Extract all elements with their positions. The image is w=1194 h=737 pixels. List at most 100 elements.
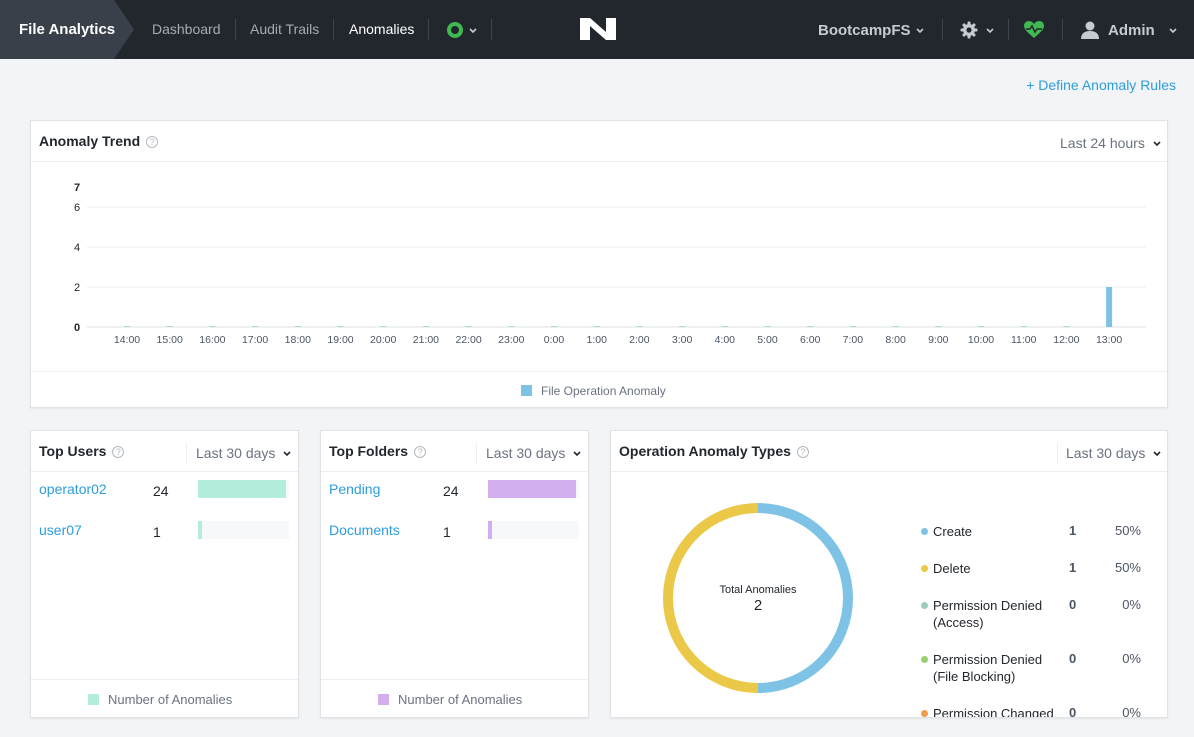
help-icon[interactable]: ? <box>796 446 809 458</box>
trend-bar[interactable] <box>978 326 984 327</box>
app-title: File Analytics <box>19 21 116 38</box>
gear-icon[interactable] <box>960 21 978 39</box>
trend-bar[interactable] <box>849 326 856 327</box>
list-item-name[interactable]: Documents <box>329 522 400 538</box>
x-tick-label: 0:00 <box>544 334 565 346</box>
top-users-title: Top Users <box>39 443 107 459</box>
op-type-row[interactable]: Permission Changed 0 0% <box>921 705 1161 718</box>
legend-label: File Operation Anomaly <box>541 384 666 398</box>
x-tick-label: 5:00 <box>757 334 778 346</box>
nav-divider <box>235 19 236 40</box>
user-menu[interactable]: Admin <box>1108 22 1155 39</box>
period-divider <box>476 443 477 463</box>
cluster-selector[interactable]: BootcampFS <box>818 22 911 39</box>
help-icon[interactable]: ? <box>112 446 125 458</box>
user-avatar-icon[interactable] <box>1081 21 1099 39</box>
trend-bar[interactable] <box>124 326 130 327</box>
op-type-row[interactable]: Permission Denied (Access) 0 0% <box>921 597 1161 631</box>
card-title: Top Folders? <box>329 443 427 459</box>
trend-bar[interactable] <box>380 326 387 327</box>
trend-bar[interactable] <box>551 326 557 327</box>
chevron-down-icon[interactable] <box>1168 26 1178 36</box>
anomaly-trend-card: Anomaly Trend? Last 24 hours 0 2 4 6 7 14:00 1… <box>30 120 1168 408</box>
list-item-name[interactable]: user07 <box>39 522 82 538</box>
trend-bar[interactable] <box>636 326 643 327</box>
app-brand[interactable]: File Analytics <box>0 0 134 59</box>
chevron-down-icon[interactable] <box>468 26 478 36</box>
list-item-bar <box>488 480 576 498</box>
top-folders-period-selector[interactable]: Last 30 days <box>486 445 565 461</box>
trend-bar[interactable] <box>807 326 814 327</box>
op-type-label: Permission Denied (Access) <box>933 598 1043 630</box>
trend-bar[interactable] <box>209 326 216 327</box>
nav-tab-audit-trails[interactable]: Audit Trails <box>250 21 319 37</box>
trend-bar[interactable] <box>721 326 728 327</box>
trend-bar[interactable] <box>252 326 259 327</box>
list-item-count: 24 <box>443 483 459 499</box>
op-type-percent: 50% <box>1114 560 1141 575</box>
op-type-label: Create <box>933 524 973 539</box>
x-tick-label: 7:00 <box>843 334 864 346</box>
op-type-row[interactable]: Permission Denied (File Blocking) 0 0% <box>921 651 1161 685</box>
nav-divider <box>942 19 943 40</box>
trend-bar[interactable] <box>337 326 344 327</box>
top-users-legend: Number of Anomalies <box>88 692 232 707</box>
trend-bar[interactable] <box>1020 326 1027 327</box>
health-status-icon[interactable] <box>447 22 463 38</box>
op-types-period-selector[interactable]: Last 30 days <box>1066 445 1145 461</box>
list-item-name[interactable]: Pending <box>329 481 380 497</box>
list-item-bar-track <box>198 480 289 498</box>
card-divider <box>31 471 298 472</box>
chevron-down-icon[interactable] <box>985 26 995 36</box>
trend-bar[interactable] <box>166 326 173 327</box>
legend-swatch <box>521 385 532 396</box>
chevron-down-icon[interactable] <box>1152 449 1162 459</box>
card-divider <box>321 679 588 680</box>
nav-tab-dashboard[interactable]: Dashboard <box>152 21 221 37</box>
y-tick-label: 2 <box>74 282 80 294</box>
op-type-count: 0 <box>1069 705 1077 718</box>
trend-bar[interactable] <box>935 326 942 327</box>
top-folders-card: Top Folders? Last 30 days Pending 24 Docum… <box>320 430 589 718</box>
trend-bar[interactable] <box>422 326 429 327</box>
list-item-count: 1 <box>153 524 161 540</box>
x-tick-label: 10:00 <box>968 334 994 346</box>
chevron-down-icon[interactable] <box>915 26 925 36</box>
trend-legend: File Operation Anomaly <box>521 384 666 398</box>
nutanix-logo-icon <box>580 18 616 40</box>
nav-divider <box>491 19 492 40</box>
x-tick-label: 1:00 <box>586 334 607 346</box>
chevron-down-icon[interactable] <box>282 449 292 459</box>
op-types-title: Operation Anomaly Types <box>619 443 791 459</box>
trend-bar[interactable] <box>508 326 515 327</box>
help-icon[interactable]: ? <box>414 446 427 458</box>
donut-center-label: Total Anomalies 2 <box>683 584 833 614</box>
chevron-down-icon[interactable] <box>1152 139 1162 149</box>
trend-bar[interactable] <box>1063 326 1070 327</box>
define-anomaly-rules-link[interactable]: + Define Anomaly Rules <box>1026 77 1176 93</box>
trend-bar[interactable] <box>892 326 899 327</box>
x-tick-label: 23:00 <box>498 334 524 346</box>
y-tick-label: 7 <box>74 182 80 194</box>
trend-period-selector[interactable]: Last 24 hours <box>1060 135 1145 151</box>
op-type-row[interactable]: Create 1 50% <box>921 523 1161 557</box>
nav-tab-anomalies[interactable]: Anomalies <box>349 21 414 37</box>
chevron-down-icon[interactable] <box>572 449 582 459</box>
nav-divider <box>428 19 429 40</box>
op-type-dot <box>921 602 928 609</box>
trend-bar[interactable] <box>1106 287 1113 327</box>
list-item-bar <box>198 521 202 539</box>
top-users-period-selector[interactable]: Last 30 days <box>196 445 275 461</box>
trend-bar[interactable] <box>465 326 472 327</box>
help-icon[interactable]: ? <box>146 136 159 148</box>
list-item-name[interactable]: operator02 <box>39 481 107 497</box>
health-heart-icon[interactable] <box>1024 21 1044 39</box>
top-folders-legend: Number of Anomalies <box>378 692 522 707</box>
op-type-row[interactable]: Delete 1 50% <box>921 560 1161 594</box>
trend-bar[interactable] <box>679 326 686 327</box>
trend-bar[interactable] <box>294 326 301 327</box>
trend-bar[interactable] <box>593 326 600 327</box>
period-divider <box>186 443 187 463</box>
trend-bar[interactable] <box>764 326 771 327</box>
x-tick-label: 22:00 <box>455 334 481 346</box>
